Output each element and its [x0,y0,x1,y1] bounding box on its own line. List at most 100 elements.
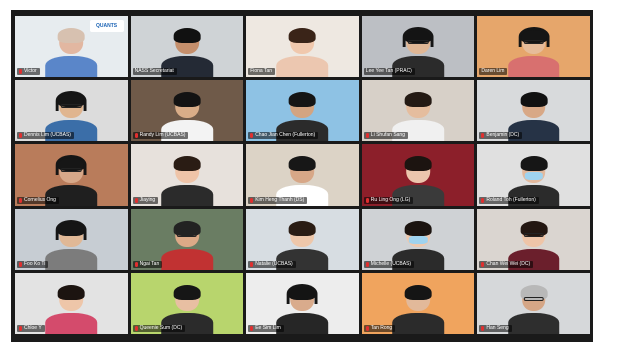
participant-name: Chao Jian Chen (Fullerton) [255,132,316,139]
muted-mic-icon [481,197,485,203]
participant-tile[interactable]: Natalie (UCBAS) [246,208,359,270]
participant-tile[interactable]: Tan Rong [361,272,475,334]
participant-name: Han Seng [486,325,509,331]
participant-tile[interactable]: Ru Ling Ong (LG) [361,144,475,206]
participant-body [45,312,98,334]
participant-tile[interactable]: Li Shufan Sang [361,80,475,142]
participant-hair [404,284,432,300]
participant-tile[interactable]: Foo Ko Ti [15,208,128,270]
participant-tile[interactable]: Fiona Tan [246,16,359,78]
participant-name: Chan Wei Wei (DC) [486,260,531,267]
participant-tile[interactable]: Lee Yee Tan (PRAC) [361,16,475,78]
participant-body [45,248,98,270]
participant-name: Dennis Lim (UCBAS) [24,132,71,139]
participant-nameplate: Fiona Tan [248,68,276,76]
participant-tile[interactable]: Queenie Sum (DC) [130,272,244,334]
participant-body [392,312,444,334]
participant-tile[interactable]: Ee Sim Lim [246,272,359,334]
participant-tile[interactable]: Randy Lim (UCBAS) [130,80,244,142]
participant-hair [520,92,548,108]
participant-hair [289,92,316,108]
participant-nameplate: Dennis Lim (UCBAS) [17,132,74,140]
participant-name: Ee Sim Lim [255,325,281,331]
participant-name: Foo Ko Ti [24,260,46,267]
participant-nameplate: Li Shufan Sang [363,132,408,140]
muted-mic-icon [19,197,22,203]
muted-mic-icon [19,326,22,331]
participant-nameplate: Ru Ling Ong (LG) [363,196,414,204]
participant-nameplate: Benjamin (DC) [479,132,523,140]
participant-video [276,27,329,78]
participant-tile[interactable]: NASS Secretariat [130,16,244,78]
headset [402,27,434,48]
participant-nameplate: Ee Sim Lim [248,325,284,332]
muted-mic-icon [19,133,22,139]
participant-tile[interactable]: Daren Lim [477,16,590,78]
muted-mic-icon [19,261,22,267]
participant-body [161,248,213,270]
muted-mic-icon [365,261,369,267]
participant-hair [404,92,432,108]
participant-name: Lee Yee Tan (PRAC) [365,68,412,75]
participant-tile[interactable]: Kim Heng Thanh (DS) [246,144,359,206]
participant-tile[interactable]: Chan Wei Wei (DC) [477,208,590,270]
face-mask [524,171,544,180]
participant-name: Victor [24,68,37,75]
participant-hair [173,284,201,300]
participant-tile[interactable]: Chloe Y [15,272,128,334]
participant-tile[interactable]: Jiaying [130,144,244,206]
headset [55,219,87,240]
participant-hair [173,92,201,108]
participant-body [276,56,329,78]
face-mask [408,236,428,245]
participant-tile[interactable]: Han Seng [477,272,590,334]
participant-tile[interactable]: Roland Toh (Fullerton) [477,144,590,206]
participant-hair [57,28,85,44]
participant-name: Fiona Tan [250,68,273,75]
participant-tile[interactable]: Ngai Tan [130,208,244,270]
participant-video [507,27,560,78]
glasses [523,232,545,237]
participant-tile[interactable]: Dennis Lim (UCBAS) [15,80,128,142]
video-gallery: QUANTS Victor NASS Secretariat Fiona Tan Lee… [11,10,593,342]
headset [518,27,550,48]
muted-mic-icon [365,133,369,139]
participant-nameplate: Chan Wei Wei (DC) [479,260,534,268]
participant-hair [57,284,85,300]
participant-nameplate: Chao Jian Chen (Fullerton) [248,132,319,140]
participant-tile[interactable]: QUANTS Victor [15,16,128,78]
participant-tile[interactable]: Benjamin (DC) [477,80,590,142]
participant-tile[interactable]: Cornelius Ong [15,144,128,206]
participant-nameplate: Jiaying [132,196,159,204]
participant-grid: QUANTS Victor NASS Secretariat Fiona Tan Lee… [15,16,590,334]
participant-name: Li Shufan Sang [370,132,405,139]
muted-mic-icon [134,133,138,139]
participant-name: Ngai Tan [139,260,160,267]
participant-hair [289,220,316,236]
headset [286,283,319,304]
participant-nameplate: Lee Yee Tan (PRAC) [363,68,415,76]
muted-mic-icon [250,197,254,203]
participant-name: Randy Lim (UCBAS) [139,132,186,139]
muted-mic-icon [250,133,254,139]
participant-name: NASS Secretariat [134,68,174,75]
participant-nameplate: Queenie Sum (DC) [132,325,186,332]
participant-nameplate: Ngai Tan [132,260,163,268]
participant-tile[interactable]: Chao Jian Chen (Fullerton) [246,80,359,142]
muted-mic-icon [250,326,254,331]
participant-video [507,284,560,334]
participant-nameplate: Cornelius Ong [17,196,59,204]
glasses [176,232,198,237]
participant-body [45,56,98,78]
participant-hair [173,156,201,172]
participant-nameplate: Foo Ko Ti [17,260,49,268]
participant-name: Ru Ling Ong (LG) [370,196,411,203]
participant-name: Michelle (UCBAS) [370,260,412,267]
participant-name: Jiaying [139,196,156,203]
participant-nameplate: Kim Heng Thanh (DS) [248,196,308,204]
muted-mic-icon [365,197,369,203]
participant-tile[interactable]: Michelle (UCBAS) [361,208,475,270]
participant-name: Kim Heng Thanh (DS) [255,196,305,203]
participant-hair [520,156,548,172]
participant-name: Roland Toh (Fullerton) [486,196,536,203]
